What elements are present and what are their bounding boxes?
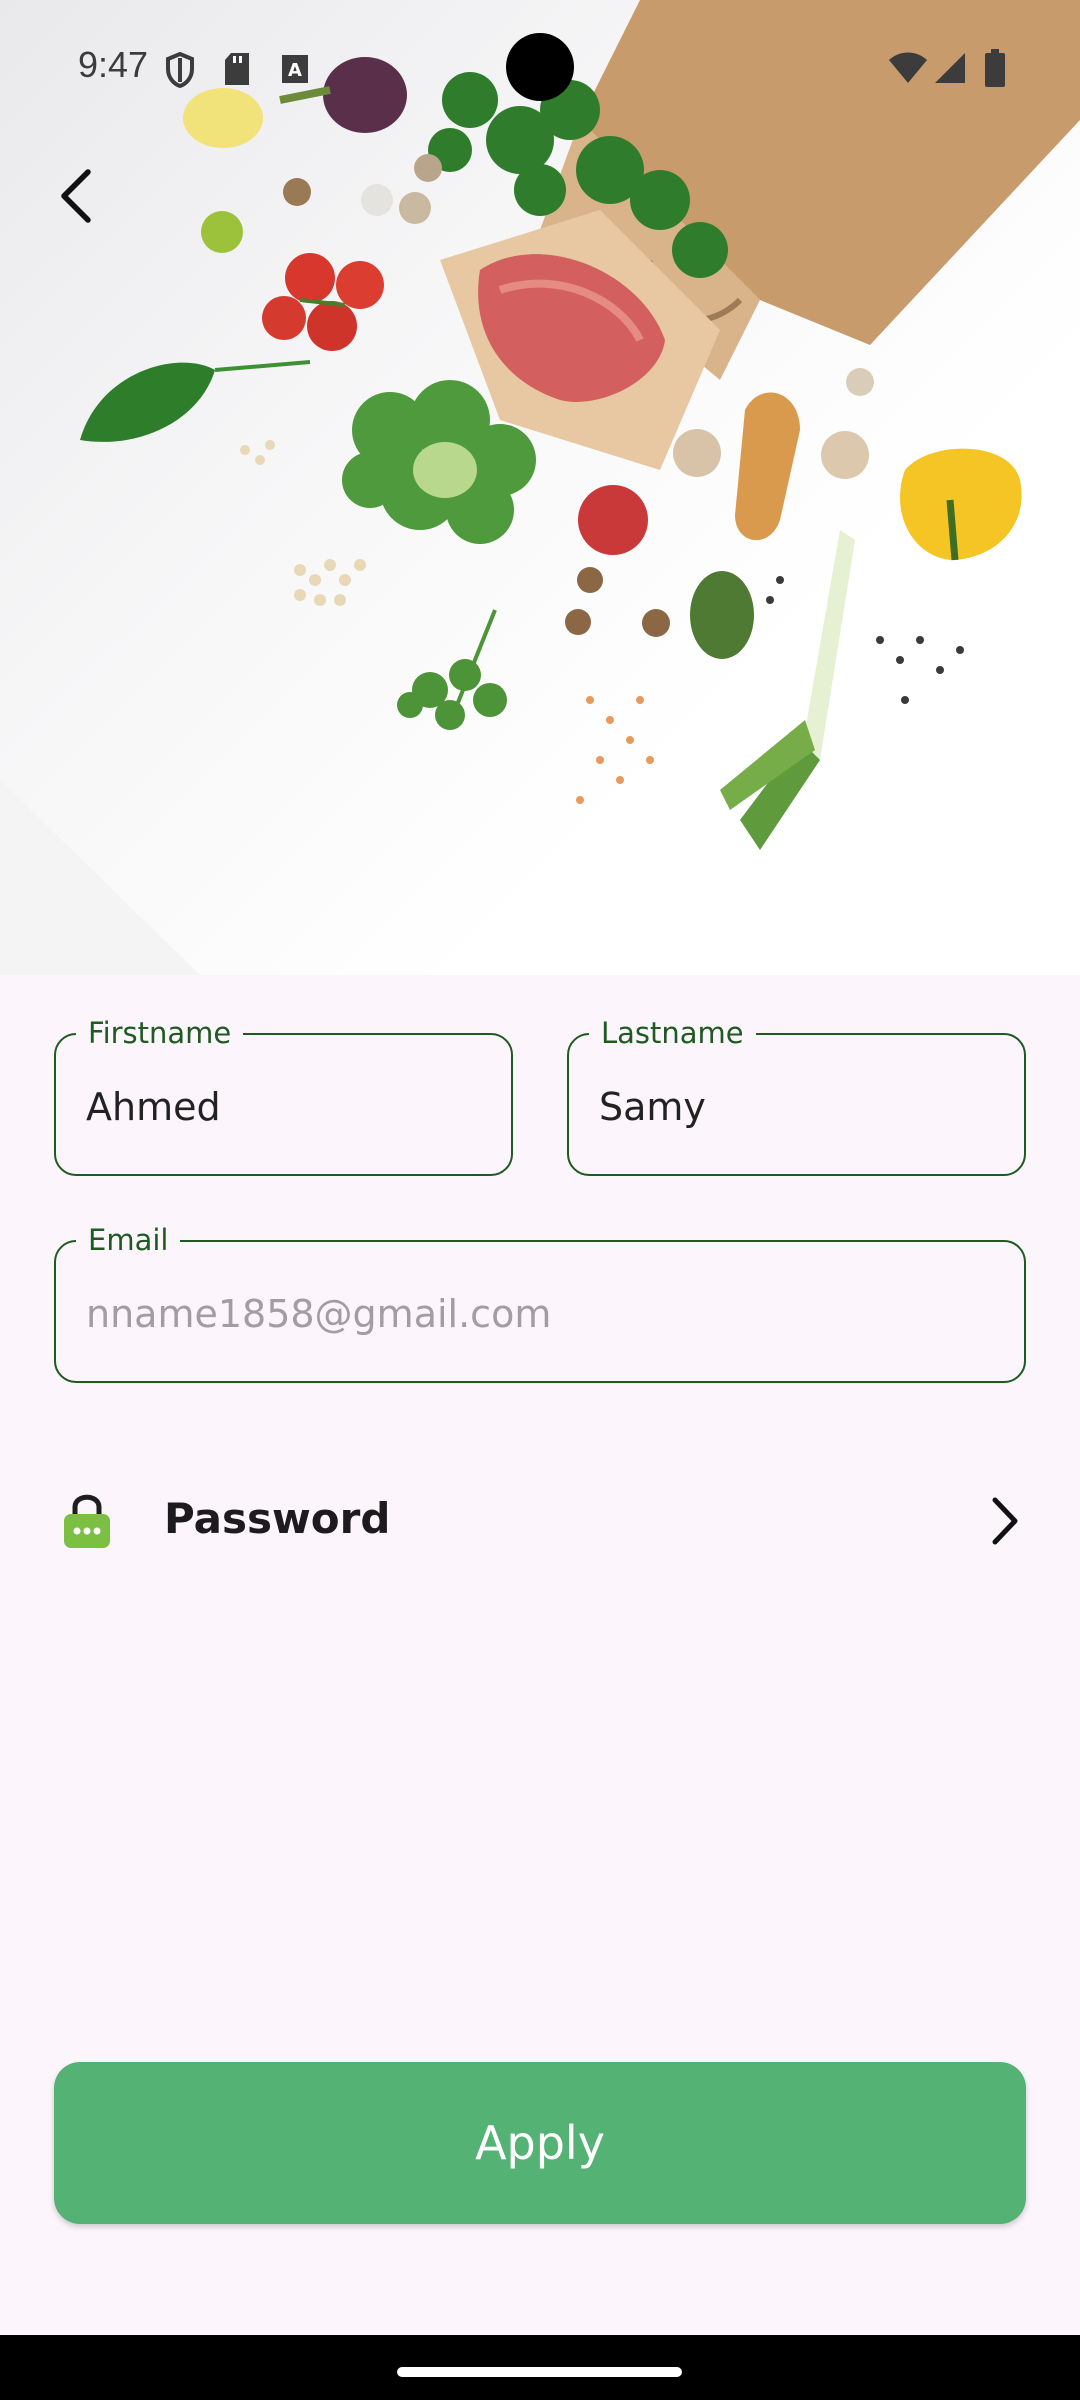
status-bar: 9:47 A xyxy=(0,0,1080,135)
password-row[interactable]: Password xyxy=(54,1478,1026,1566)
lastname-label: Lastname xyxy=(589,1016,756,1050)
battery-icon xyxy=(985,49,1005,87)
shield-icon xyxy=(166,52,194,88)
sd-card-icon xyxy=(225,53,249,85)
email-input[interactable] xyxy=(86,1288,1000,1340)
password-label: Password xyxy=(164,1494,391,1543)
lock-icon xyxy=(64,1494,110,1548)
chevron-left-icon xyxy=(61,169,91,223)
navigation-bar xyxy=(0,2335,1080,2400)
wifi-icon xyxy=(889,52,927,83)
status-time: 9:47 xyxy=(78,44,149,85)
email-label: Email xyxy=(76,1223,181,1257)
font-a-icon: A xyxy=(282,55,308,83)
svg-text:A: A xyxy=(288,60,302,81)
lastname-input[interactable] xyxy=(599,1081,1000,1133)
home-gesture-handle[interactable] xyxy=(397,2367,682,2377)
hero-groceries-image xyxy=(0,0,1080,975)
signal-icon xyxy=(935,53,965,83)
back-button[interactable] xyxy=(44,158,108,234)
lastname-field[interactable]: Lastname xyxy=(567,1016,1026,1176)
groceries-illustration xyxy=(0,0,1080,975)
camera-cutout xyxy=(506,33,574,101)
firstname-input[interactable] xyxy=(86,1081,487,1133)
email-field[interactable]: Email xyxy=(54,1223,1026,1383)
chevron-right-icon xyxy=(992,1497,1018,1545)
apply-button[interactable]: Apply xyxy=(54,2062,1026,2224)
firstname-field[interactable]: Firstname xyxy=(54,1016,513,1176)
firstname-label: Firstname xyxy=(76,1016,244,1050)
